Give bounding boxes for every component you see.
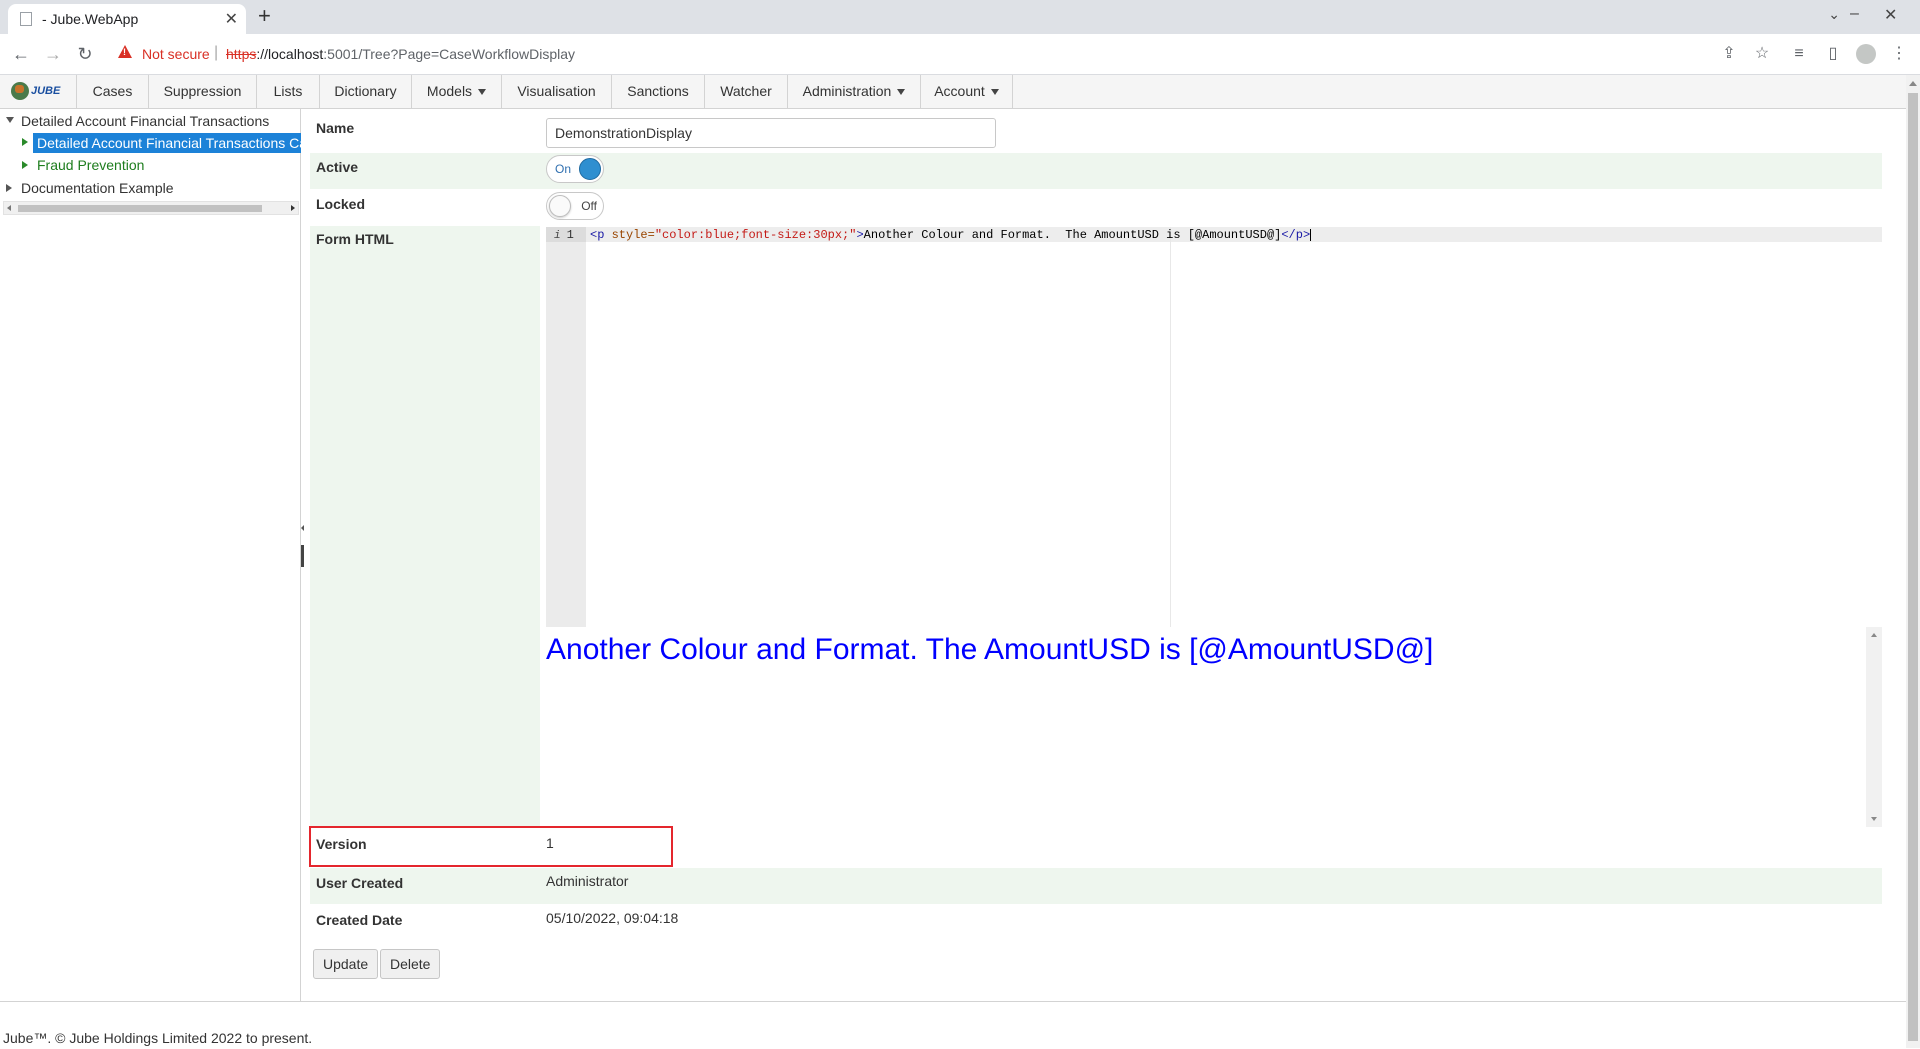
nav-watcher[interactable]: Watcher xyxy=(704,75,787,108)
page-icon xyxy=(20,12,32,26)
more-icon[interactable]: ⋮ xyxy=(1888,43,1910,65)
user-created-value: Administrator xyxy=(546,873,629,889)
close-window-icon[interactable]: ✕ xyxy=(1884,5,1897,25)
toggle-knob xyxy=(549,195,571,217)
nav-lists[interactable]: Lists xyxy=(256,75,319,108)
tree-panel: Detailed Account Financial Transactions … xyxy=(0,109,301,1001)
tree-item-root[interactable]: Detailed Account Financial Transactions xyxy=(21,113,269,129)
info-icon: i xyxy=(554,230,561,242)
user-created-label: User Created xyxy=(316,875,404,891)
delete-button[interactable]: Delete xyxy=(380,949,441,979)
scroll-up-icon[interactable] xyxy=(1871,633,1877,637)
active-label: Active xyxy=(316,159,359,175)
panel-splitter[interactable] xyxy=(301,525,304,567)
url-text[interactable]: https://localhost:5001/Tree?Page=CaseWor… xyxy=(226,46,575,62)
created-date-value: 05/10/2022, 09:04:18 xyxy=(546,910,679,926)
locked-toggle[interactable]: Off xyxy=(546,192,604,220)
share-icon[interactable]: ⇪ xyxy=(1718,43,1740,65)
active-toggle-text: On xyxy=(555,162,572,176)
scroll-left-icon[interactable] xyxy=(7,205,11,211)
scroll-down-icon[interactable] xyxy=(1871,817,1877,821)
expand-icon[interactable] xyxy=(22,138,28,146)
expand-icon[interactable] xyxy=(6,184,12,192)
editor-gutter xyxy=(546,227,586,627)
scroll-thumb[interactable] xyxy=(18,205,262,212)
html-preview: Another Colour and Format. The AmountUSD… xyxy=(546,627,1882,827)
footer-copyright: Jube™. © Jube Holdings Limited 2022 to p… xyxy=(3,1030,313,1046)
locked-toggle-text: Off xyxy=(581,199,597,213)
tree-horizontal-scrollbar[interactable] xyxy=(3,201,299,215)
name-input[interactable] xyxy=(546,118,996,148)
scroll-up-icon[interactable] xyxy=(1909,81,1917,86)
sidepanel-icon[interactable]: ▯ xyxy=(1822,43,1844,65)
profile-avatar[interactable] xyxy=(1856,44,1876,64)
tree-item-selected[interactable]: Detailed Account Financial Transactions … xyxy=(33,133,301,153)
caret-down-icon xyxy=(897,89,906,96)
logo-text: JUBE xyxy=(31,85,61,97)
scroll-thumb[interactable] xyxy=(1908,93,1918,1041)
nav-sanctions[interactable]: Sanctions xyxy=(611,75,704,108)
address-bar[interactable]: Not secure | https://localhost:5001/Tree… xyxy=(108,40,1718,68)
code-line[interactable]: <p style="color:blue;font-size:30px;">An… xyxy=(590,228,1312,242)
footer: Jube™. © Jube Holdings Limited 2022 to p… xyxy=(0,1001,1906,1049)
nav-cases[interactable]: Cases xyxy=(76,75,148,108)
browser-tabstrip: - Jube.WebApp ✕ + ⌄ – ✕ xyxy=(0,0,1920,34)
caret-down-icon xyxy=(990,89,999,96)
detail-form: Name Active On Locked Off Form HTML i1 <… xyxy=(309,109,1882,1009)
logo-globe-icon xyxy=(11,82,29,100)
warning-icon xyxy=(118,45,132,58)
version-highlight-box xyxy=(309,826,673,867)
minimize-icon[interactable]: – xyxy=(1850,5,1859,23)
media-icon[interactable]: ≡ xyxy=(1788,43,1810,65)
caret-down-icon xyxy=(478,89,487,96)
tab-title: - Jube.WebApp xyxy=(42,11,139,27)
form-html-label: Form HTML xyxy=(316,231,394,247)
tree-item-documentation-example[interactable]: Documentation Example xyxy=(21,180,174,196)
browser-toolbar: ← → ↻ Not secure | https://localhost:500… xyxy=(0,34,1920,75)
expand-icon[interactable] xyxy=(22,161,28,169)
text-cursor xyxy=(1310,228,1312,241)
browser-tab[interactable]: - Jube.WebApp ✕ xyxy=(8,4,246,34)
not-secure-label[interactable]: Not secure xyxy=(142,46,210,62)
update-button[interactable]: Update xyxy=(313,949,379,979)
nav-account[interactable]: Account xyxy=(920,75,1013,108)
preview-scrollbar[interactable] xyxy=(1866,627,1882,827)
locked-label: Locked xyxy=(316,196,366,212)
forward-icon[interactable]: → xyxy=(42,43,64,65)
url-separator: | xyxy=(214,44,219,61)
scroll-right-icon[interactable] xyxy=(291,205,295,211)
close-tab-icon[interactable]: ✕ xyxy=(225,9,238,29)
nav-administration[interactable]: Administration xyxy=(787,75,920,108)
toggle-knob xyxy=(579,158,601,180)
print-margin xyxy=(1170,227,1171,627)
nav-models[interactable]: Models xyxy=(411,75,501,108)
reload-icon[interactable]: ↻ xyxy=(74,43,96,65)
nav-dictionary[interactable]: Dictionary xyxy=(319,75,411,108)
html-code-editor[interactable]: i1 <p style="color:blue;font-size:30px;"… xyxy=(546,227,1882,627)
nav-suppression[interactable]: Suppression xyxy=(148,75,256,108)
line-number: i1 xyxy=(554,228,574,242)
app-navbar: JUBE Cases Suppression Lists Dictionary … xyxy=(0,75,1906,109)
tree-item-fraud-prevention[interactable]: Fraud Prevention xyxy=(37,157,144,173)
new-tab-button[interactable]: + xyxy=(258,3,271,29)
expand-icon[interactable] xyxy=(6,117,14,123)
back-icon[interactable]: ← xyxy=(10,43,32,65)
name-label: Name xyxy=(316,120,355,136)
form-html-label-column xyxy=(310,226,540,827)
active-toggle[interactable]: On xyxy=(546,155,604,183)
chevron-down-icon[interactable]: ⌄ xyxy=(1828,6,1840,23)
jube-logo[interactable]: JUBE xyxy=(11,81,61,101)
splitter-handle[interactable] xyxy=(301,545,304,567)
preview-text: Another Colour and Format. The AmountUSD… xyxy=(546,633,1434,666)
page-scrollbar[interactable] xyxy=(1906,75,1920,1048)
created-date-label: Created Date xyxy=(316,912,403,928)
collapse-arrow-icon[interactable] xyxy=(301,525,304,531)
star-icon[interactable]: ☆ xyxy=(1751,43,1773,65)
nav-visualisation[interactable]: Visualisation xyxy=(501,75,611,108)
